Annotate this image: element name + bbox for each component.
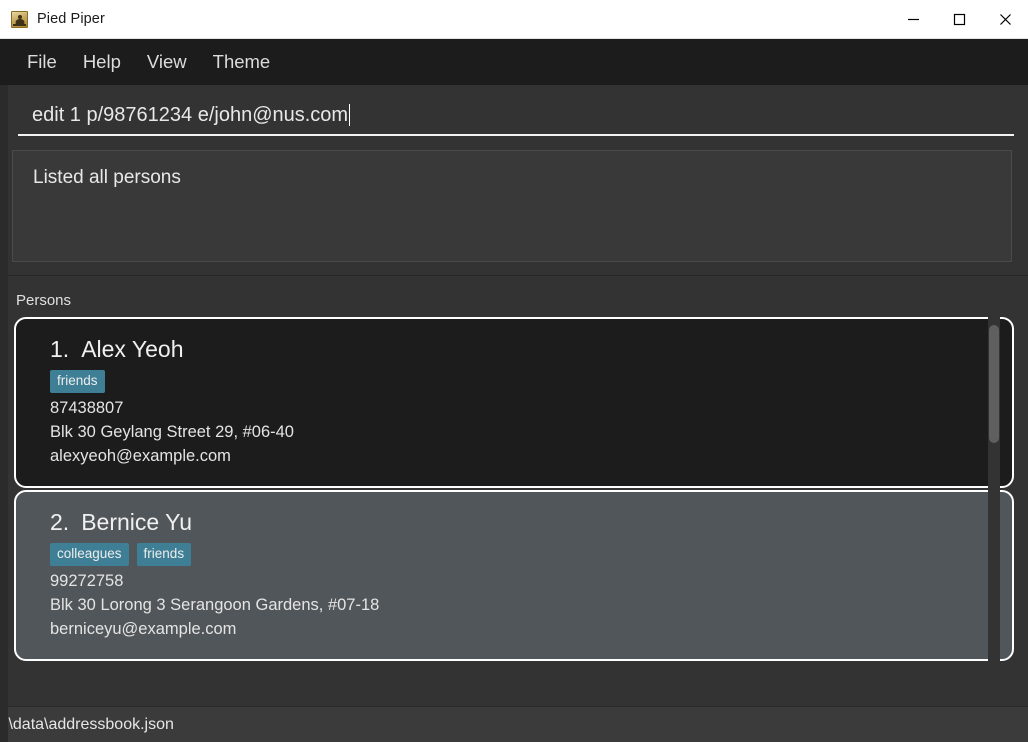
person-card-email: alexyeoh@example.com [50, 447, 231, 465]
command-input-underline [18, 134, 1014, 136]
person-card-address: Blk 30 Lorong 3 Serangoon Gardens, #07-1… [50, 596, 380, 614]
command-input[interactable]: edit 1 p/98761234 e/john@nus.com [8, 103, 1020, 127]
person-card-index: 2. [50, 509, 70, 535]
main-content: edit 1 p/98761234 e/john@nus.com Listed … [0, 85, 1028, 742]
persons-panel-label: Persons [16, 292, 72, 309]
person-card-name: Alex Yeoh [81, 336, 184, 362]
command-box[interactable]: edit 1 p/98761234 e/john@nus.com [8, 85, 1020, 139]
tag-badge: colleagues [50, 543, 129, 566]
person-card-email: berniceyu@example.com [50, 620, 237, 638]
person-list-scrollbar[interactable] [988, 317, 1000, 706]
persons-panel: Persons 1. Alex Yeoh friends 87438807 Bl… [0, 276, 1028, 706]
title-bar: Pied Piper [0, 0, 1028, 39]
person-card-title: 2. Bernice Yu [50, 508, 1012, 536]
title-bar-left: Pied Piper [0, 10, 890, 28]
status-bar-file-path: .\data\addressbook.json [4, 715, 174, 733]
tag-badge: friends [50, 370, 105, 393]
status-bar: .\data\addressbook.json [0, 706, 1028, 742]
person-card-address: Blk 30 Geylang Street 29, #06-40 [50, 423, 294, 441]
person-card-tags: colleagues friends [50, 543, 1012, 566]
person-card-title: 1. Alex Yeoh [50, 335, 1012, 363]
person-card-phone: 99272758 [50, 572, 124, 590]
person-card[interactable]: 2. Bernice Yu colleagues friends 9927275… [14, 490, 1014, 661]
maximize-icon[interactable] [936, 0, 982, 38]
person-card-tags: friends [50, 370, 1012, 393]
scrollbar-thumb[interactable] [989, 325, 999, 443]
window-title: Pied Piper [37, 11, 105, 27]
application-window: Pied Piper File Help View Theme edit 1 p… [0, 0, 1028, 742]
left-edge-strip [0, 85, 8, 742]
close-icon[interactable] [982, 0, 1028, 38]
result-message: Listed all persons [33, 167, 181, 188]
menu-bar: File Help View Theme [0, 39, 1028, 85]
menu-item-view[interactable]: View [134, 47, 200, 77]
menu-item-file[interactable]: File [14, 47, 70, 77]
result-display-wrapper: Listed all persons [0, 139, 1028, 262]
contact-card-icon [11, 10, 28, 28]
text-caret [349, 104, 351, 126]
command-input-value: edit 1 p/98761234 e/john@nus.com [32, 104, 349, 126]
menu-item-help[interactable]: Help [70, 47, 134, 77]
window-controls [890, 0, 1028, 38]
person-list[interactable]: 1. Alex Yeoh friends 87438807 Blk 30 Gey… [14, 317, 1014, 706]
minimize-icon[interactable] [890, 0, 936, 38]
person-card-phone: 87438807 [50, 399, 124, 417]
person-card[interactable]: 1. Alex Yeoh friends 87438807 Blk 30 Gey… [14, 317, 1014, 488]
tag-badge: friends [136, 543, 192, 566]
person-card-index: 1. [50, 336, 70, 362]
result-display-box: Listed all persons [12, 150, 1012, 262]
menu-item-theme[interactable]: Theme [200, 47, 284, 77]
person-card-name: Bernice Yu [81, 509, 193, 535]
